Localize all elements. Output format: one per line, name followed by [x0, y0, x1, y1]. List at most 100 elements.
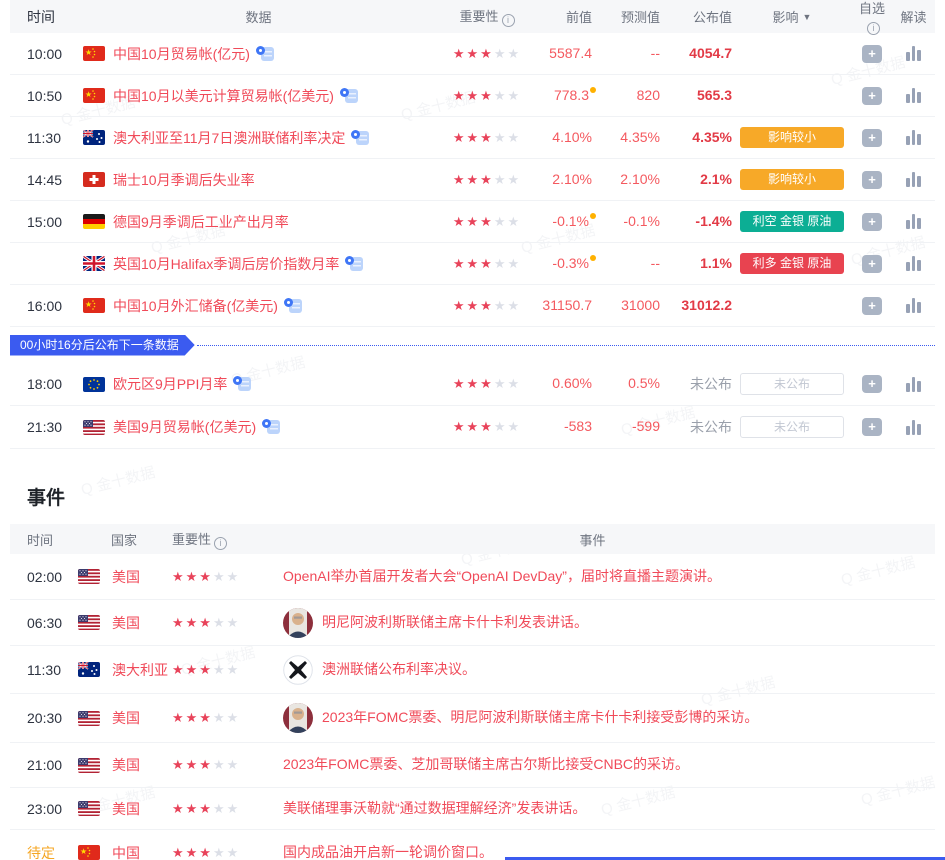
add-favorite-button[interactable]: +: [862, 255, 882, 273]
interpretation-doc-icon[interactable]: [345, 256, 363, 272]
table-row[interactable]: 英国10月Halifax季调后房价指数月率 ★★★★★ -0.3% -- 1.1…: [10, 243, 935, 285]
interpretation-doc-icon[interactable]: [351, 130, 369, 146]
chart-icon[interactable]: [906, 420, 921, 435]
event-text-link[interactable]: 明尼阿波利斯联储主席卡什卡利发表讲话。: [322, 613, 588, 633]
indicator-name-link[interactable]: 澳大利亚至11月7日澳洲联储利率决定: [113, 128, 345, 148]
add-favorite-button[interactable]: +: [862, 297, 882, 315]
add-favorite-button[interactable]: +: [862, 87, 882, 105]
indicator-name-link[interactable]: 中国10月以美元计算贸易帐(亿美元): [113, 86, 334, 106]
interpretation-doc-icon[interactable]: [233, 376, 251, 392]
add-favorite-button[interactable]: +: [862, 213, 882, 231]
usa-flag-icon: [78, 801, 100, 816]
col-header-impact[interactable]: 影响▼: [732, 7, 852, 26]
importance-stars: ★★★★★: [172, 756, 250, 774]
table-row[interactable]: 10:50 ★ 中国10月以美元计算贸易帐(亿美元) ★★★★★ 778.3 8…: [10, 75, 935, 117]
published-value: 2.1%: [700, 171, 732, 187]
add-favorite-button[interactable]: +: [862, 171, 882, 189]
stars-off: ★★: [494, 46, 521, 61]
importance-stars: ★★★★★: [437, 418, 537, 436]
chart-icon[interactable]: [906, 298, 921, 313]
indicator-name-link[interactable]: 中国10月外汇储备(亿美元): [113, 296, 278, 316]
event-country: 美国: [108, 613, 172, 633]
rba-logo: [283, 655, 313, 685]
col-header-forecast: 预测值: [592, 7, 660, 26]
event-time: 21:00: [10, 757, 75, 773]
table-row[interactable]: 14:45 瑞士10月季调后失业率 ★★★★★ 2.10% 2.10% 2.1%…: [10, 159, 935, 201]
published-value: 未公布: [690, 376, 732, 392]
chart-icon[interactable]: [906, 130, 921, 145]
info-icon[interactable]: i: [867, 22, 880, 35]
indicator-name-link[interactable]: 瑞士10月季调后失业率: [113, 170, 255, 190]
published-value: 4054.7: [689, 45, 732, 61]
add-favorite-button[interactable]: +: [862, 418, 882, 436]
interpretation-doc-icon[interactable]: [256, 46, 274, 62]
col-header-event: 事件: [250, 530, 935, 549]
event-row[interactable]: 11:30 澳大利亚 ★★★★★ 澳洲联储公布利率决议。: [10, 646, 935, 694]
event-text-link[interactable]: 国内成品油开启新一轮调价窗口。: [283, 843, 493, 860]
chart-icon[interactable]: [906, 88, 921, 103]
chart-icon[interactable]: [906, 377, 921, 392]
event-country: 美国: [108, 567, 172, 587]
interpretation-doc-icon[interactable]: [262, 419, 280, 435]
event-row[interactable]: 待定 ★ 中国 ★★★★★ 国内成品油开启新一轮调价窗口。: [10, 830, 935, 860]
usa-flag-icon: [78, 758, 100, 773]
event-row[interactable]: 20:30 美国 ★★★★★ 2023年FOMC票委、明尼阿波利斯联储主席卡什卡…: [10, 694, 935, 743]
table-row[interactable]: 10:00 ★ 中国10月贸易帐(亿元) ★★★★★ 5587.4 -- 405…: [10, 33, 935, 75]
row-time: 11:30: [10, 130, 80, 146]
table-row[interactable]: 18:00 欧元区9月PPI月率 ★★★★★ 0.60% 0.5% 未公布 未公…: [10, 363, 935, 406]
chart-icon[interactable]: [906, 46, 921, 61]
info-icon[interactable]: i: [214, 537, 227, 550]
col-header-data: 数据: [80, 7, 437, 26]
usa-flag-icon: [78, 711, 100, 726]
indicator-name-link[interactable]: 美国9月贸易帐(亿美元): [113, 417, 256, 437]
importance-stars: ★★★★★: [437, 375, 537, 393]
stars-on: ★★★: [453, 46, 494, 61]
revision-dot: [590, 255, 596, 261]
table-row[interactable]: 15:00 德国9月季调后工业产出月率 ★★★★★ -0.1% -0.1% -1…: [10, 201, 935, 243]
interpretation-doc-icon[interactable]: [340, 88, 358, 104]
table-row[interactable]: 16:00 ★ 中国10月外汇储备(亿美元) ★★★★★ 31150.7 310…: [10, 285, 935, 327]
published-value: 4.35%: [692, 129, 732, 145]
importance-stars: ★★★★★: [437, 45, 537, 63]
indicator-name-link[interactable]: 德国9月季调后工业产出月率: [113, 212, 289, 232]
china-flag-icon: ★: [83, 298, 105, 313]
add-favorite-button[interactable]: +: [862, 45, 882, 63]
col-header-interpret: 解读: [892, 7, 935, 26]
chart-icon[interactable]: [906, 172, 921, 187]
event-text-link[interactable]: 2023年FOMC票委、芝加哥联储主席古尔斯比接受CNBC的采访。: [283, 755, 689, 775]
svg-text:★: ★: [85, 90, 92, 99]
interpretation-doc-icon[interactable]: [284, 298, 302, 314]
prev-value: 4.10%: [552, 129, 592, 145]
col-header-time: 时间: [10, 7, 80, 27]
chevron-down-icon[interactable]: ▼: [803, 12, 812, 22]
row-time: 21:30: [10, 419, 80, 435]
event-text-link[interactable]: OpenAI举办首届开发者大会“OpenAI DevDay”，届时将直播主题演讲…: [283, 567, 721, 587]
prev-value: -583: [564, 418, 592, 434]
event-row[interactable]: 06:30 美国 ★★★★★ 明尼阿波利斯联储主席卡什卡利发表讲话。: [10, 600, 935, 646]
event-row[interactable]: 23:00 美国 ★★★★★ 美联储理事沃勒就“通过数据理解经济”发表讲话。: [10, 788, 935, 830]
table-row[interactable]: 11:30 澳大利亚至11月7日澳洲联储利率决定 ★★★★★ 4.10% 4.3…: [10, 117, 935, 159]
importance-stars: ★★★★★: [437, 129, 537, 147]
col-header-importance: 重要性i: [172, 529, 250, 550]
info-icon[interactable]: i: [502, 14, 515, 27]
usa-flag-icon: [78, 615, 100, 630]
event-text-link[interactable]: 美联储理事沃勒就“通过数据理解经济”发表讲话。: [283, 799, 586, 819]
chart-icon[interactable]: [906, 214, 921, 229]
add-favorite-button[interactable]: +: [862, 129, 882, 147]
event-text-link[interactable]: 2023年FOMC票委、明尼阿波利斯联储主席卡什卡利接受彭博的采访。: [322, 708, 758, 728]
event-row[interactable]: 02:00 美国 ★★★★★ OpenAI举办首届开发者大会“OpenAI De…: [10, 554, 935, 600]
forecast-value: 2.10%: [620, 171, 660, 187]
event-text-link[interactable]: 澳洲联储公布利率决议。: [322, 660, 476, 680]
importance-stars: ★★★★★: [172, 844, 250, 860]
event-row[interactable]: 21:00 美国 ★★★★★ 2023年FOMC票委、芝加哥联储主席古尔斯比接受…: [10, 743, 935, 788]
indicator-name-link[interactable]: 英国10月Halifax季调后房价指数月率: [113, 254, 339, 274]
svg-text:★: ★: [85, 48, 92, 57]
indicator-name-link[interactable]: 欧元区9月PPI月率: [113, 374, 227, 394]
add-favorite-button[interactable]: +: [862, 375, 882, 393]
importance-stars: ★★★★★: [437, 213, 537, 231]
prev-value: 31150.7: [542, 297, 592, 313]
indicator-name-link[interactable]: 中国10月贸易帐(亿元): [113, 44, 250, 64]
chart-icon[interactable]: [906, 256, 921, 271]
table-row[interactable]: 21:30 美国9月贸易帐(亿美元) ★★★★★ -583 -599 未公布 未…: [10, 406, 935, 449]
published-value: 未公布: [690, 419, 732, 435]
